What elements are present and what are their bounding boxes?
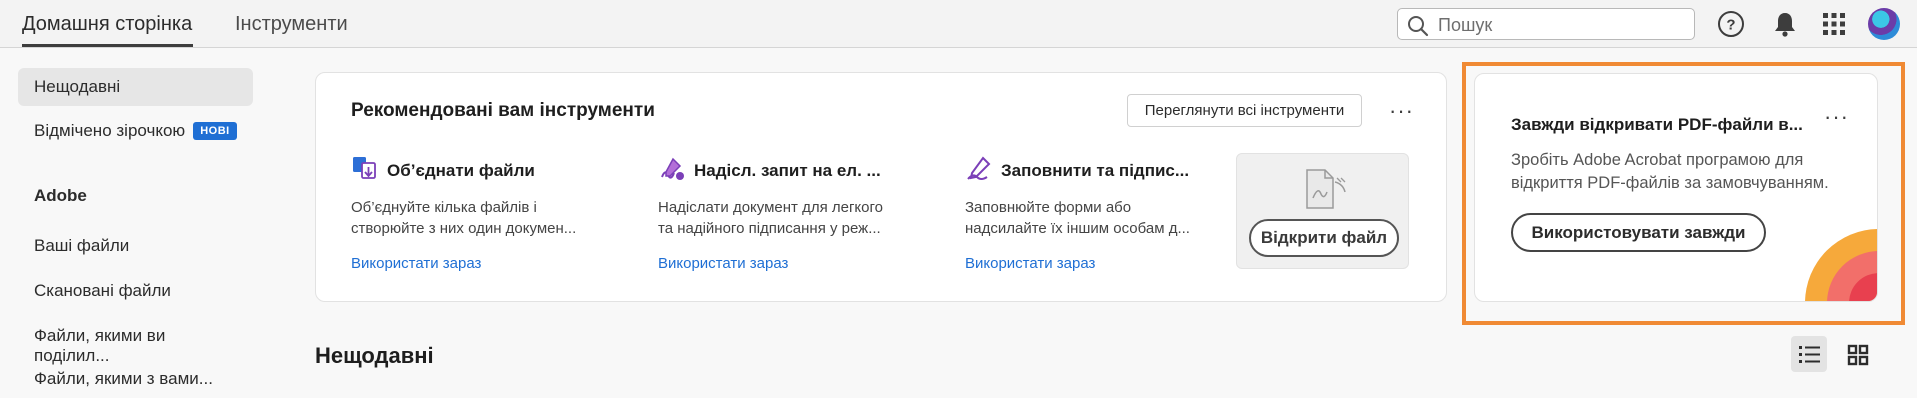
- use-now-link[interactable]: Використати зараз: [351, 255, 481, 272]
- always-use-button[interactable]: Використовувати завжди: [1511, 213, 1766, 252]
- sidebar-item-label: Нещодавні: [34, 77, 121, 96]
- open-file-button[interactable]: Відкрити файл: [1249, 219, 1399, 257]
- search-box[interactable]: [1397, 8, 1695, 40]
- pdf-file-icon: [1306, 169, 1346, 209]
- search-input[interactable]: [1438, 14, 1678, 36]
- sidebar-item-label: Скановані файли: [34, 281, 171, 300]
- promo-description: Зробіть Adobe Acrobat програмою для відк…: [1511, 151, 1829, 192]
- fill-sign-icon: [967, 156, 991, 180]
- more-options-icon[interactable]: ···: [1824, 106, 1849, 128]
- grid-view-icon: [1847, 344, 1869, 366]
- more-options-icon[interactable]: ···: [1389, 100, 1414, 122]
- open-file-area[interactable]: Відкрити файл: [1236, 153, 1409, 269]
- use-now-link[interactable]: Використати зараз: [658, 255, 788, 272]
- sidebar-item-your-files[interactable]: Ваші файли: [18, 227, 253, 265]
- grid-view-toggle[interactable]: [1840, 336, 1876, 372]
- apps-grid-icon[interactable]: [1820, 10, 1848, 38]
- tab-tools[interactable]: Інструменти: [235, 13, 348, 36]
- tool-description: Надіслати документ для легкого та надійн…: [658, 199, 883, 237]
- recent-section-title: Нещодавні: [315, 343, 434, 368]
- user-avatar[interactable]: [1868, 8, 1900, 40]
- search-icon: [1408, 16, 1429, 37]
- decorative-rings-icon: [1805, 229, 1877, 301]
- request-signature-icon: [661, 157, 684, 180]
- sidebar-item-recent[interactable]: Нещодавні: [18, 68, 253, 106]
- help-icon[interactable]: ?: [1717, 10, 1745, 38]
- tool-description: Заповнюйте форми або надсилайте їх іншим…: [965, 199, 1190, 237]
- sidebar-item-shared-by-you[interactable]: Файли, якими ви поділил...: [18, 317, 253, 365]
- view-all-tools-button[interactable]: Переглянути всі інструменти: [1127, 94, 1362, 127]
- new-badge: НОВІ: [193, 122, 237, 140]
- sidebar-item-shared-with-you[interactable]: Файли, якими з вами...: [18, 360, 253, 398]
- tool-title: Об’єднати файли: [387, 161, 535, 180]
- sidebar-item-scanned-files[interactable]: Скановані файли: [18, 272, 253, 310]
- use-now-link[interactable]: Використати зараз: [965, 255, 1095, 272]
- top-bar: Домашня сторінка Інструменти ?: [0, 0, 1917, 48]
- promo-title: Завжди відкривати PDF-файли в...: [1511, 115, 1803, 134]
- active-tab-indicator: [22, 44, 193, 47]
- list-view-icon: [1799, 346, 1820, 363]
- sidebar-heading-adobe: Adobe: [34, 186, 87, 205]
- tab-home[interactable]: Домашня сторінка: [22, 13, 192, 36]
- sidebar-item-label: Відмічено зірочкою: [34, 121, 186, 140]
- sidebar-item-label: Ваші файли: [34, 236, 130, 255]
- default-app-promo-card: Завжди відкривати PDF-файли в... ··· Зро…: [1474, 73, 1878, 302]
- svg-text:?: ?: [1726, 17, 1735, 34]
- recommended-tools-title: Рекомендовані вам інструменти: [351, 100, 655, 121]
- tool-title: Надісл. запит на ел. ...: [694, 161, 881, 180]
- tool-title: Заповнити та підпис...: [1001, 161, 1190, 180]
- list-view-toggle[interactable]: [1791, 336, 1827, 372]
- combine-files-icon: [353, 157, 376, 179]
- tool-description: Об’єднуйте кілька файлів і створюйте з н…: [351, 199, 577, 237]
- sidebar-item-starred[interactable]: Відмічено зірочкою НОВІ: [18, 112, 253, 150]
- notification-bell-icon[interactable]: [1771, 10, 1799, 38]
